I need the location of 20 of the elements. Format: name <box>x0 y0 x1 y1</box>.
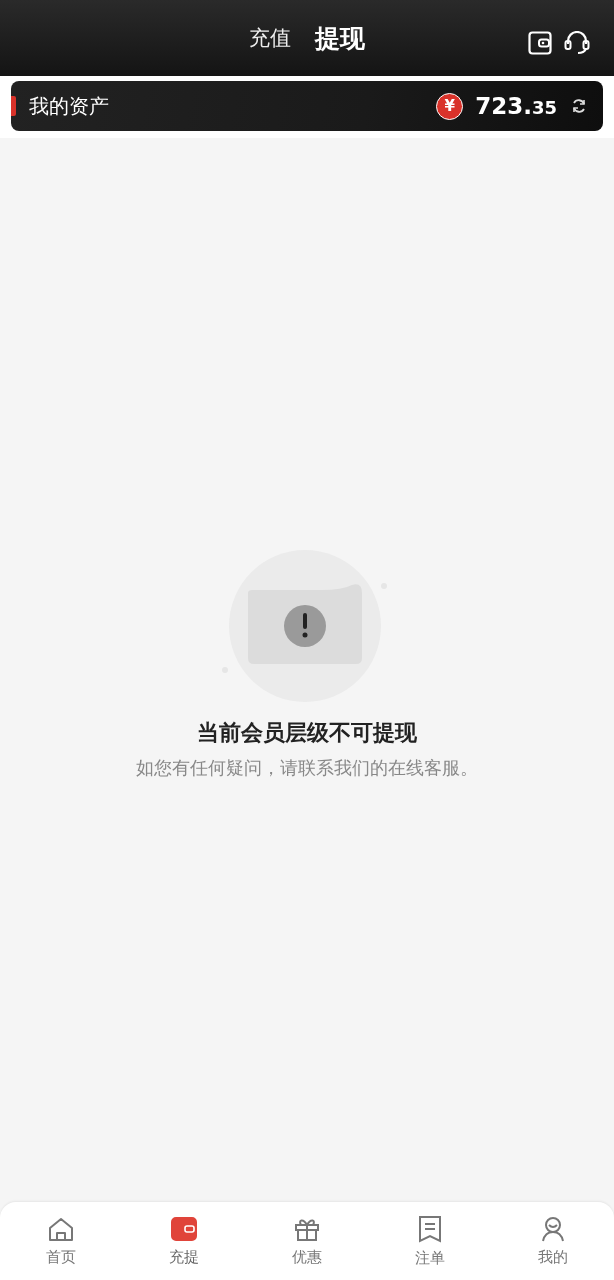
nav-item[interactable]: 注单 <box>368 1202 492 1280</box>
nav-item[interactable]: 充提 <box>122 1202 246 1280</box>
balance-amount: 723.35 <box>475 93 557 119</box>
accent-marker <box>11 96 16 116</box>
refresh-icon[interactable] <box>571 98 587 114</box>
home-icon <box>47 1215 76 1242</box>
wallet-icon[interactable] <box>528 31 552 55</box>
headset-icon[interactable] <box>564 31 590 55</box>
asset-label: 我的资产 <box>29 92 110 120</box>
currency-badge: ¥ <box>436 92 464 120</box>
tab[interactable]: 提现 <box>315 21 365 55</box>
empty-state-title: 当前会员层级不可提现 <box>197 719 417 747</box>
nav-item[interactable]: 优惠 <box>245 1202 369 1280</box>
wallet-icon <box>171 1215 198 1242</box>
empty-state-message: 如您有任何疑问，请联系我们的在线客服。 <box>136 756 478 780</box>
nav-item[interactable]: 首页 <box>0 1202 123 1280</box>
user-icon <box>539 1215 566 1242</box>
tab[interactable]: 充值 <box>249 24 291 52</box>
nav-item[interactable]: 我的 <box>491 1202 614 1280</box>
receipt-icon <box>417 1214 442 1243</box>
